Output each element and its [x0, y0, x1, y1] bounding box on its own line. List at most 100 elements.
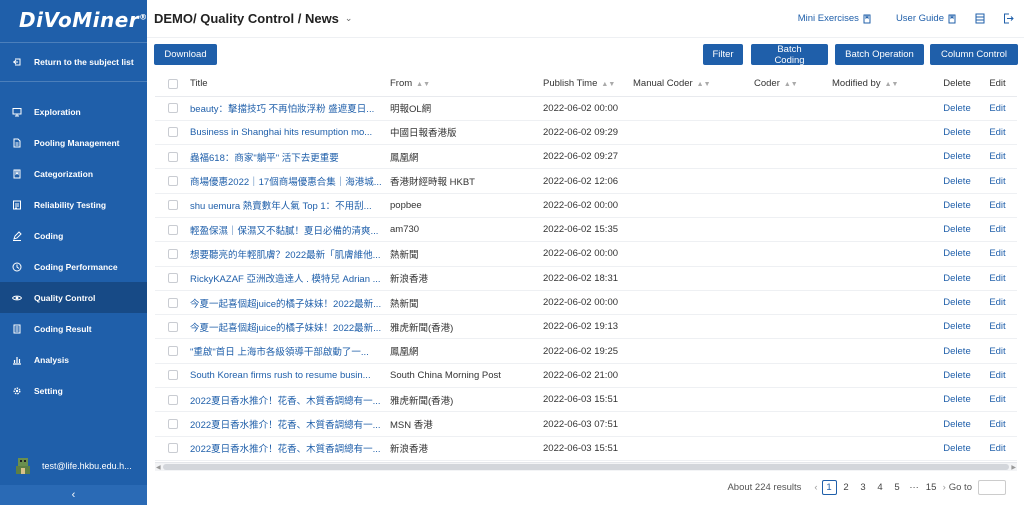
row-title-link[interactable]: 今夏一起喜個超juice的橘子妹妹！2022最新... [190, 299, 381, 310]
column-from[interactable]: From ▲▼ [390, 72, 543, 97]
row-title-link[interactable]: beauty：擊擋技巧 不再怕妝浮粉 盛遮夏日... [190, 104, 374, 115]
scrollbar-thumb[interactable] [163, 464, 1009, 470]
row-title-link[interactable]: 2022夏日香水推介！花香、木質香調總有一... [190, 444, 381, 455]
column-modified-by[interactable]: Modified by ▲▼ [832, 72, 936, 97]
list-view-icon[interactable] [975, 13, 985, 24]
delete-link[interactable]: Delete [943, 176, 970, 187]
scroll-left-icon[interactable]: ◀ [156, 464, 161, 471]
sort-icon[interactable]: ▲▼ [601, 81, 615, 88]
row-title-link[interactable]: 2022夏日香水推介！花香、木質香調總有一... [190, 396, 381, 407]
sort-icon[interactable]: ▲▼ [416, 81, 430, 88]
sidebar-item-exploration[interactable]: Exploration [0, 96, 147, 127]
page-last[interactable]: 15 [924, 480, 939, 495]
row-title-link[interactable]: shu uemura 熱賣數年人氣 Top 1：不用刮... [190, 201, 372, 212]
edit-link[interactable]: Edit [989, 443, 1005, 454]
row-checkbox[interactable] [168, 370, 178, 381]
page-1[interactable]: 1 [821, 479, 837, 495]
sidebar-item-coding-result[interactable]: Coding Result [0, 313, 147, 344]
page-4[interactable]: 4 [873, 480, 888, 495]
row-checkbox[interactable] [168, 103, 178, 114]
delete-link[interactable]: Delete [943, 394, 970, 405]
edit-link[interactable]: Edit [989, 273, 1005, 284]
delete-link[interactable]: Delete [943, 103, 970, 114]
delete-link[interactable]: Delete [943, 297, 970, 308]
sidebar-item-quality-control[interactable]: Quality Control [0, 282, 147, 313]
row-checkbox[interactable] [168, 394, 178, 405]
row-title-link[interactable]: "重啟"首日 上海市各級領導干部啟動了一... [190, 347, 369, 358]
sidebar-item-categorization[interactable]: Categorization [0, 158, 147, 189]
row-title-link[interactable]: RickyKAZAF 亞洲改造達人 . 模特兒 Adrian ... [190, 274, 381, 285]
row-checkbox[interactable] [168, 418, 178, 429]
edit-link[interactable]: Edit [989, 103, 1005, 114]
row-title-link[interactable]: 今夏一起喜個超juice的橘子妹妹！2022最新... [190, 323, 381, 334]
back-to-subject-list[interactable]: Return to the subject list [0, 45, 147, 79]
row-checkbox[interactable] [168, 248, 178, 259]
edit-link[interactable]: Edit [989, 346, 1005, 357]
delete-link[interactable]: Delete [943, 200, 970, 211]
row-title-link[interactable]: Business in Shanghai hits resumption mo.… [190, 127, 372, 138]
edit-link[interactable]: Edit [989, 176, 1005, 187]
row-checkbox[interactable] [168, 443, 178, 454]
row-checkbox[interactable] [168, 321, 178, 332]
sort-icon[interactable]: ▲▼ [784, 81, 798, 88]
logo[interactable]: DiVoMiner® [0, 0, 147, 40]
batch-coding-button[interactable]: Batch Coding [751, 44, 828, 66]
row-title-link[interactable]: 商場優惠2022｜17個商場優惠合集｜海港城... [190, 177, 382, 188]
column-title[interactable]: Title [190, 72, 390, 97]
sidebar-item-coding[interactable]: Coding [0, 220, 147, 251]
row-checkbox[interactable] [168, 297, 178, 308]
row-title-link[interactable]: 想要聽亮的年輕肌膚？2022最新「肌膚維他... [190, 250, 381, 261]
delete-link[interactable]: Delete [943, 151, 970, 162]
sidebar-item-pooling-management[interactable]: Pooling Management [0, 127, 147, 158]
delete-link[interactable]: Delete [943, 346, 970, 357]
collapse-sidebar-button[interactable]: ‹ [0, 485, 147, 505]
row-checkbox[interactable] [168, 176, 178, 187]
row-checkbox[interactable] [168, 127, 178, 138]
batch-operation-button[interactable]: Batch Operation [835, 44, 924, 65]
mini-exercises-link[interactable]: Mini Exercises [798, 13, 872, 24]
edit-link[interactable]: Edit [989, 394, 1005, 405]
edit-link[interactable]: Edit [989, 419, 1005, 430]
row-checkbox[interactable] [168, 200, 178, 211]
row-checkbox[interactable] [168, 151, 178, 162]
logout-icon[interactable] [1003, 13, 1014, 24]
row-title-link[interactable]: 2022夏日香水推介！花香、木質香調總有一... [190, 420, 381, 431]
column-manual-coder[interactable]: Manual Coder ▲▼ [633, 72, 754, 97]
delete-link[interactable]: Delete [943, 224, 970, 235]
user-guide-link[interactable]: User Guide [896, 13, 957, 24]
edit-link[interactable]: Edit [989, 127, 1005, 138]
download-button[interactable]: Download [154, 44, 217, 65]
edit-link[interactable]: Edit [989, 370, 1005, 381]
edit-link[interactable]: Edit [989, 297, 1005, 308]
delete-link[interactable]: Delete [943, 273, 970, 284]
scroll-right-icon[interactable]: ▶ [1011, 464, 1016, 471]
edit-link[interactable]: Edit [989, 224, 1005, 235]
page-3[interactable]: 3 [856, 480, 871, 495]
page-ellipsis[interactable]: ··· [907, 480, 922, 495]
delete-link[interactable]: Delete [943, 321, 970, 332]
row-checkbox[interactable] [168, 346, 178, 357]
select-all-checkbox[interactable] [168, 78, 178, 89]
edit-link[interactable]: Edit [989, 248, 1005, 259]
column-control-button[interactable]: Column Control [930, 44, 1018, 65]
filter-button[interactable]: Filter [703, 44, 743, 65]
page-5[interactable]: 5 [890, 480, 905, 495]
sidebar-item-setting[interactable]: Setting [0, 375, 147, 406]
sort-icon[interactable]: ▲▼ [697, 81, 711, 88]
column-publish-time[interactable]: Publish Time ▲▼ [543, 72, 633, 97]
prev-page-icon[interactable]: ‹ [814, 482, 817, 493]
delete-link[interactable]: Delete [943, 370, 970, 381]
row-title-link[interactable]: 蟲福618：商家"躺平" 活下去更重要 [190, 153, 339, 164]
sidebar-item-coding-performance[interactable]: Coding Performance [0, 251, 147, 282]
delete-link[interactable]: Delete [943, 419, 970, 430]
edit-link[interactable]: Edit [989, 200, 1005, 211]
chevron-down-icon[interactable]: ⌄ [345, 13, 353, 24]
row-title-link[interactable]: 輕盈保濕｜保濕又不黏膩！夏日必備的清爽... [190, 226, 378, 237]
delete-link[interactable]: Delete [943, 127, 970, 138]
row-checkbox[interactable] [168, 273, 178, 284]
edit-link[interactable]: Edit [989, 151, 1005, 162]
user-account[interactable]: test@life.hkbu.edu.h... [0, 447, 147, 485]
row-title-link[interactable]: South Korean firms rush to resume busin.… [190, 370, 371, 381]
edit-link[interactable]: Edit [989, 321, 1005, 332]
sidebar-item-analysis[interactable]: Analysis [0, 344, 147, 375]
